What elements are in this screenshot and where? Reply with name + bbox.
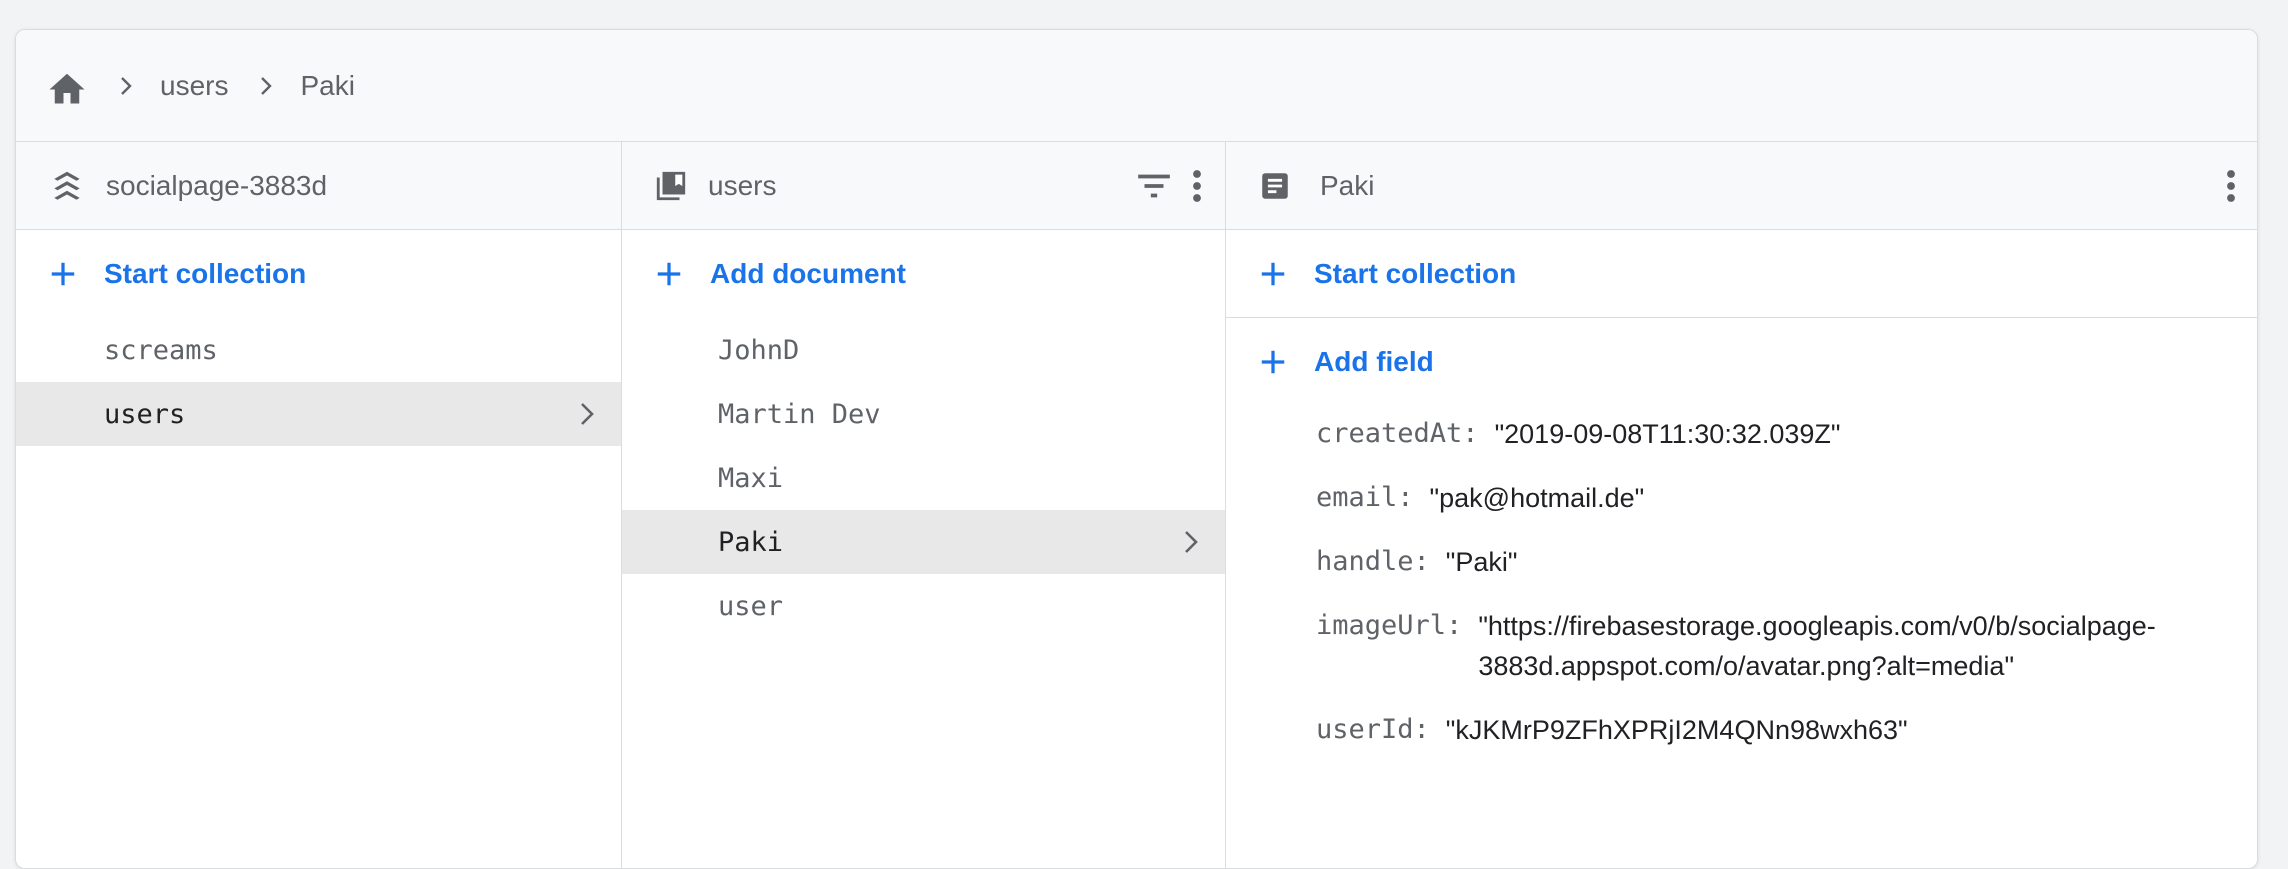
document-item-johnd[interactable]: JohnD — [622, 318, 1225, 382]
add-field-label: Add field — [1314, 346, 1434, 377]
field-value: "kJKMrP9ZFhXPRjI2M4QNn98wxh63" — [1445, 715, 1908, 745]
collection-panel: users Add document JohnD Martin Dev Maxi — [622, 142, 1226, 868]
add-document-label: Add document — [710, 258, 906, 289]
more-vert-icon[interactable] — [1191, 168, 1203, 204]
add-field-button[interactable]: Add field — [1226, 318, 2257, 406]
filter-icon[interactable] — [1135, 171, 1173, 201]
chevron-right-icon — [1183, 528, 1199, 563]
plus-icon — [654, 259, 684, 289]
field-row-createdat[interactable]: createdAt: "2019-09-08T11:30:32.039Z" — [1316, 414, 2257, 454]
start-collection-button[interactable]: Start collection — [16, 230, 621, 318]
start-collection-label: Start collection — [1314, 257, 1517, 289]
document-item-maxi[interactable]: Maxi — [622, 446, 1225, 510]
collection-title: users — [708, 169, 777, 201]
collection-item-label: screams — [104, 334, 218, 366]
firestore-database-icon — [48, 167, 86, 205]
collection-item-users[interactable]: users — [16, 382, 621, 446]
start-collection-label: Start collection — [104, 258, 307, 289]
document-icon — [1258, 169, 1292, 203]
breadcrumb-item-paki[interactable]: Paki — [300, 70, 354, 102]
project-title: socialpage-3883d — [106, 169, 328, 201]
more-vert-icon[interactable] — [2225, 168, 2237, 204]
document-item-label: user — [718, 590, 784, 622]
field-value: "https://firebasestorage.googleapis.com/… — [1478, 611, 2156, 681]
document-panel-header: Paki — [1226, 142, 2257, 230]
field-value: "pak@hotmail.de" — [1429, 483, 1645, 513]
document-item-martin-dev[interactable]: Martin Dev — [622, 382, 1225, 446]
plus-icon — [1258, 259, 1288, 289]
field-row-email[interactable]: email: "pak@hotmail.de" — [1316, 478, 2257, 518]
plus-icon — [48, 259, 78, 289]
field-key: imageUrl: — [1316, 610, 1463, 641]
document-item-label: JohnD — [718, 334, 800, 366]
collection-panel-header: users — [622, 142, 1225, 230]
document-panel: Paki Start collection Add field createdA… — [1226, 142, 2257, 868]
collection-item-screams[interactable]: screams — [16, 318, 621, 382]
breadcrumb-item-users[interactable]: users — [160, 70, 228, 102]
plus-icon — [1258, 347, 1288, 377]
chevron-right-icon — [118, 74, 134, 98]
field-key: email: — [1316, 482, 1414, 513]
root-panel-header: socialpage-3883d — [16, 142, 621, 230]
root-panel: socialpage-3883d Start collection scream… — [16, 142, 622, 868]
document-item-user[interactable]: user — [622, 574, 1225, 638]
document-item-label: Paki — [718, 526, 784, 558]
document-item-label: Martin Dev — [718, 398, 881, 430]
field-list: createdAt: "2019-09-08T11:30:32.039Z" em… — [1226, 406, 2257, 750]
field-value: "Paki" — [1445, 547, 1518, 577]
breadcrumb: users Paki — [16, 30, 2257, 142]
field-key: userId: — [1316, 714, 1430, 745]
home-icon[interactable] — [46, 68, 88, 104]
document-item-label: Maxi — [718, 462, 784, 494]
add-document-button[interactable]: Add document — [622, 230, 1225, 318]
start-subcollection-button[interactable]: Start collection — [1226, 230, 2257, 318]
field-key: createdAt: — [1316, 418, 1479, 449]
field-key: handle: — [1316, 546, 1430, 577]
field-value: "2019-09-08T11:30:32.039Z" — [1494, 419, 1841, 449]
collection-icon — [654, 169, 688, 203]
firestore-data-viewer: users Paki socialpage-3883d Start collec… — [15, 29, 2258, 869]
field-row-imageurl[interactable]: imageUrl: "https://firebasestorage.googl… — [1316, 606, 2257, 686]
field-row-userid[interactable]: userId: "kJKMrP9ZFhXPRjI2M4QNn98wxh63" — [1316, 710, 2257, 750]
chevron-right-icon — [258, 74, 274, 98]
chevron-right-icon — [579, 400, 595, 435]
collection-item-label: users — [104, 398, 186, 430]
document-item-paki[interactable]: Paki — [622, 510, 1225, 574]
field-row-handle[interactable]: handle: "Paki" — [1316, 542, 2257, 582]
document-title: Paki — [1320, 169, 1375, 201]
